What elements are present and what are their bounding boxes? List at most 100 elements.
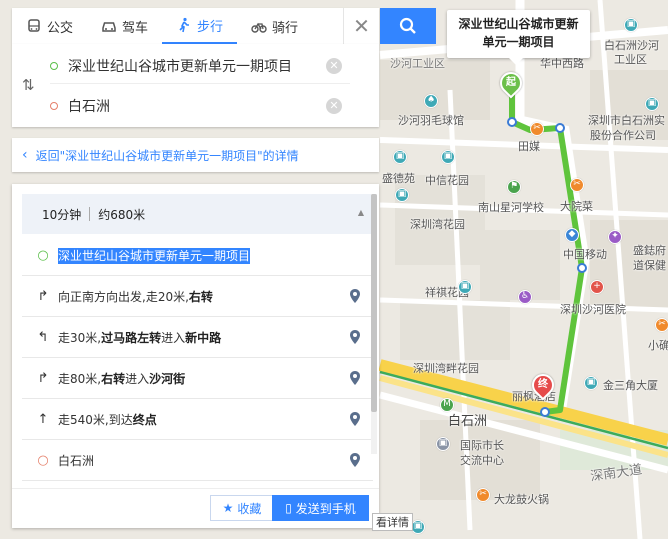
- close-icon: ✕: [353, 14, 370, 38]
- route-step[interactable]: ○ 白石洲: [22, 440, 373, 481]
- poi-icon[interactable]: ▣: [441, 150, 455, 164]
- locate-pin-icon[interactable]: [349, 370, 361, 386]
- map-label: 盛鋕府: [633, 244, 666, 257]
- map-label: 深圳市白石洲实: [588, 114, 665, 127]
- favorite-button[interactable]: ★ 收藏: [210, 495, 274, 521]
- back-to-details-link[interactable]: ‹ 返回"深业世纪山谷城市更新单元一期项目"的详情: [12, 138, 379, 172]
- map-label: 中国移动: [563, 248, 607, 261]
- send-to-phone-button[interactable]: ▯ 发送到手机: [272, 495, 369, 521]
- poi-icon[interactable]: ⚑: [507, 180, 521, 194]
- poi-icon[interactable]: ▣: [458, 280, 472, 294]
- poi-icon[interactable]: ▣: [436, 437, 450, 451]
- map-label: 沙河工业区: [390, 57, 445, 70]
- tab-bike[interactable]: 骑行: [237, 8, 312, 44]
- destination-field[interactable]: 白石洲 ✕: [50, 88, 350, 124]
- clear-destination-icon[interactable]: ✕: [326, 98, 342, 114]
- panel-footer: ★ 收藏 ▯ 发送到手机: [12, 488, 379, 528]
- scrollbar-thumb[interactable]: [371, 194, 377, 412]
- map-label: 小确: [648, 339, 668, 352]
- poi-icon[interactable]: ▣: [395, 188, 409, 202]
- route-step[interactable]: ↱ 走80米,右转进入沙河街: [22, 358, 373, 399]
- step-text: 深业世纪山谷城市更新单元一期项目: [58, 247, 251, 264]
- poi-icon[interactable]: ✂: [570, 178, 584, 192]
- poi-icon[interactable]: ▣: [393, 150, 407, 164]
- map-label: 深圳湾畔花园: [413, 362, 479, 375]
- star-icon: ★: [222, 501, 234, 515]
- destination-callout[interactable]: 深业世纪山谷城市更新单元一期项目: [447, 10, 590, 65]
- tab-car[interactable]: 驾车: [87, 8, 162, 44]
- route-step[interactable]: ○ 深业世纪山谷城市更新单元一期项目: [22, 235, 373, 276]
- poi-icon[interactable]: ▣: [624, 18, 638, 32]
- poi-icon[interactable]: ♠: [424, 94, 438, 108]
- route-step[interactable]: ↰ 走30米,过马路左转进入新中路: [22, 317, 373, 358]
- route-input-box: ⇅ 深业世纪山谷城市更新单元一期项目 ✕ 白石洲 ✕: [12, 44, 379, 127]
- locate-pin-icon[interactable]: [349, 288, 361, 304]
- straight-icon: ↑: [37, 411, 49, 427]
- poi-icon[interactable]: +: [590, 280, 604, 294]
- route-time: 10分钟: [42, 207, 82, 222]
- map-label: 大龙鼓火锅: [494, 493, 549, 506]
- swap-icon[interactable]: ⇅: [22, 76, 42, 96]
- route-summary[interactable]: 10分钟 约680米 ▲: [22, 194, 372, 234]
- poi-icon[interactable]: ♿: [518, 290, 532, 304]
- map-label: 南山星河学校: [478, 201, 544, 214]
- poi-icon[interactable]: ◆: [565, 228, 579, 242]
- poi-icon[interactable]: ✦: [608, 230, 622, 244]
- tab-walk[interactable]: 步行: [162, 8, 238, 44]
- turn-right-icon: ↱: [37, 370, 49, 386]
- search-icon: [399, 17, 416, 34]
- phone-icon: ▯: [285, 501, 292, 515]
- step-text: 向正南方向出发,走20米,右转: [58, 289, 213, 304]
- route-step[interactable]: ↑ 走540米,到达终点: [22, 399, 373, 440]
- step-text: 走30米,过马路左转进入新中路: [58, 330, 222, 345]
- map-label: 深圳沙河医院: [560, 303, 626, 316]
- locate-pin-icon[interactable]: [349, 452, 361, 468]
- clear-origin-icon[interactable]: ✕: [326, 57, 342, 74]
- cross-left-icon: ↰: [37, 329, 49, 345]
- poi-icon[interactable]: ▣: [411, 520, 425, 534]
- tab-bus[interactable]: 公交: [12, 8, 87, 44]
- map-label: 中信花园: [425, 174, 469, 187]
- step-list: ○ 深业世纪山谷城市更新单元一期项目 ↱ 向正南方向出发,走20米,右转 ↰ 走30米,过…: [22, 235, 373, 481]
- locate-pin-icon[interactable]: [349, 411, 361, 427]
- poi-icon[interactable]: ▣: [584, 376, 598, 390]
- chevron-left-icon: ‹: [22, 147, 28, 163]
- map-label: 国际市长: [460, 439, 504, 452]
- map-label: 深圳湾花园: [410, 218, 465, 231]
- metro-station-icon[interactable]: M: [440, 398, 454, 412]
- step-text: 走540米,到达终点: [58, 412, 157, 427]
- route-distance: 约680米: [98, 207, 146, 222]
- map-label: 交流中心: [460, 454, 504, 467]
- origin-dot-icon: [50, 61, 58, 70]
- walk-icon: [179, 17, 190, 33]
- close-button[interactable]: ✕: [343, 8, 379, 44]
- bike-icon: [251, 22, 267, 33]
- map-label: 沙河羽毛球馆: [398, 114, 464, 127]
- destination-dot-icon: [50, 102, 58, 110]
- view-details-tab[interactable]: 看详情: [372, 513, 413, 531]
- poi-icon[interactable]: ▣: [645, 97, 659, 111]
- origin-field[interactable]: 深业世纪山谷城市更新单元一期项目 ✕: [50, 48, 350, 84]
- step-text: 白石洲: [58, 453, 95, 468]
- map-label: 股份合作公司: [590, 129, 656, 142]
- step-text: 走80米,右转进入沙河街: [58, 371, 186, 386]
- map-label: 大院菜: [560, 200, 593, 213]
- end-dot-icon: ○: [37, 452, 49, 468]
- start-dot-icon: ○: [37, 247, 49, 263]
- map-label: 白石洲: [448, 414, 488, 429]
- turn-right-icon: ↱: [37, 288, 49, 304]
- route-detail-panel: 10分钟 约680米 ▲ ○ 深业世纪山谷城市更新单元一期项目 ↱ 向正南方向出发,走…: [12, 184, 379, 528]
- map-label: 工业区: [614, 53, 647, 66]
- collapse-caret-icon[interactable]: ▲: [358, 208, 364, 217]
- car-icon: [102, 22, 116, 32]
- poi-icon[interactable]: ✂: [476, 488, 490, 502]
- bus-icon: [28, 19, 40, 32]
- poi-icon[interactable]: ✂: [530, 122, 544, 136]
- map-label: 金三角大厦: [603, 379, 658, 392]
- search-button[interactable]: [380, 8, 436, 44]
- map-label: 田媒: [518, 140, 540, 153]
- poi-icon[interactable]: ✂: [655, 318, 668, 332]
- locate-pin-icon[interactable]: [349, 329, 361, 345]
- map-label: 盛德苑: [382, 172, 415, 185]
- route-step[interactable]: ↱ 向正南方向出发,走20米,右转: [22, 276, 373, 317]
